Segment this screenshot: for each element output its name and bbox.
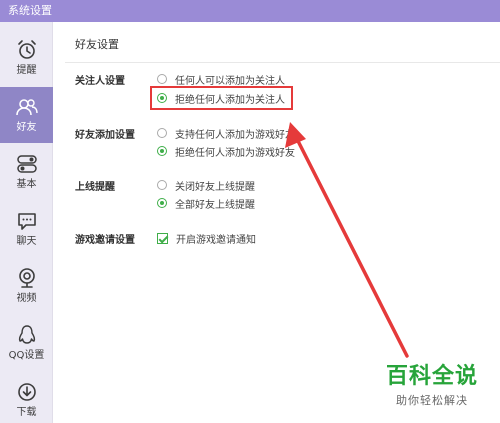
section-title: 好友设置 bbox=[75, 38, 119, 51]
radio-button-selected[interactable] bbox=[157, 198, 167, 208]
option-label: 任何人可以添加为关注人 bbox=[175, 75, 285, 87]
radio-option[interactable]: 任何人可以添加为关注人 bbox=[157, 72, 285, 87]
qq-penguin-icon bbox=[18, 325, 35, 344]
radio-button-selected[interactable] bbox=[157, 146, 167, 156]
window-title: 系统设置 bbox=[8, 4, 52, 17]
sidebar-item-label: 基本 bbox=[16, 179, 37, 190]
option-label: 支持任何人添加为游戏好友 bbox=[175, 129, 295, 141]
friends-icon bbox=[15, 99, 38, 116]
radio-option[interactable]: 全部好友上线提醒 bbox=[157, 196, 255, 211]
sidebar-item-label: QQ设置 bbox=[8, 350, 45, 361]
radio-button[interactable] bbox=[157, 74, 167, 84]
chat-bubble-icon bbox=[17, 213, 36, 230]
sidebar: 提醒 好友 基本 聊天 视频 QQ设置 下载 bbox=[0, 22, 53, 423]
option-label: 全部好友上线提醒 bbox=[175, 199, 255, 211]
watermark-logo: 百科全说 助你轻松解决 bbox=[376, 364, 488, 416]
option-label: 拒绝任何人添加为游戏好友 bbox=[175, 147, 295, 159]
option-label: 拒绝任何人添加为关注人 bbox=[175, 94, 285, 106]
checkbox[interactable] bbox=[157, 232, 168, 244]
option-label: 开启游戏邀请通知 bbox=[176, 234, 256, 246]
divider bbox=[65, 62, 500, 63]
sidebar-item-label: 视频 bbox=[16, 293, 37, 304]
sidebar-item-label: 好友 bbox=[16, 122, 37, 133]
sidebar-item-basic[interactable]: 基本 bbox=[0, 144, 53, 200]
group-label-game-invite: 游戏邀请设置 bbox=[75, 235, 135, 246]
webcam-icon bbox=[18, 268, 35, 288]
download-icon bbox=[17, 383, 36, 401]
sidebar-item-label: 聊天 bbox=[16, 236, 37, 247]
radio-option[interactable]: 拒绝任何人添加为关注人 bbox=[157, 91, 285, 106]
watermark-sub-text: 助你轻松解决 bbox=[396, 394, 468, 407]
option-label: 关闭好友上线提醒 bbox=[175, 181, 255, 193]
radio-option[interactable]: 拒绝任何人添加为游戏好友 bbox=[157, 144, 295, 159]
sidebar-item-chat[interactable]: 聊天 bbox=[0, 201, 53, 257]
sidebar-item-qq-settings[interactable]: QQ设置 bbox=[0, 315, 53, 371]
sidebar-item-download[interactable]: 下载 bbox=[0, 372, 53, 423]
group-label-online-notify: 上线提醒 bbox=[75, 182, 115, 193]
watermark-main-text: 百科全说 bbox=[385, 364, 478, 389]
group-label-follow: 关注人设置 bbox=[75, 76, 125, 87]
sidebar-item-video[interactable]: 视频 bbox=[0, 258, 53, 314]
sidebar-item-reminder[interactable]: 提醒 bbox=[0, 30, 53, 86]
sidebar-item-label: 下载 bbox=[16, 407, 37, 418]
title-bar: 系统设置 bbox=[0, 0, 500, 22]
group-label-friend-add: 好友添加设置 bbox=[75, 130, 135, 141]
radio-button[interactable] bbox=[157, 180, 167, 190]
radio-option[interactable]: 关闭好友上线提醒 bbox=[157, 178, 255, 193]
toggle-switch-icon bbox=[16, 155, 37, 173]
radio-button-selected[interactable] bbox=[157, 93, 167, 103]
checkbox-option[interactable]: 开启游戏邀请通知 bbox=[157, 231, 256, 246]
sidebar-item-label: 提醒 bbox=[16, 65, 37, 76]
sidebar-item-friends[interactable]: 好友 bbox=[0, 87, 53, 143]
alarm-clock-icon bbox=[17, 40, 36, 59]
radio-button[interactable] bbox=[157, 128, 167, 138]
settings-panel: 好友设置 关注人设置 任何人可以添加为关注人 拒绝任何人添加为关注人 好友添加设… bbox=[53, 22, 500, 423]
radio-option[interactable]: 支持任何人添加为游戏好友 bbox=[157, 126, 295, 141]
